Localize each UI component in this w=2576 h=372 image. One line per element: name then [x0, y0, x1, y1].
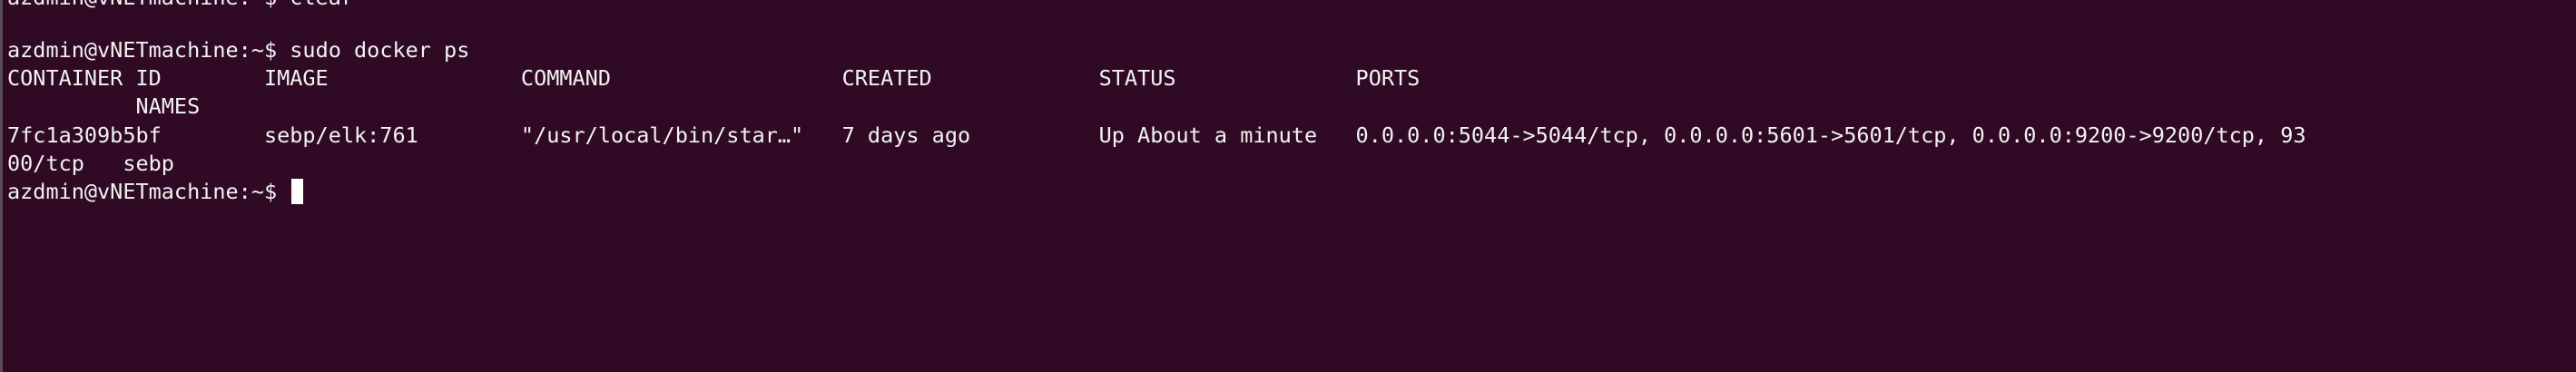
final-prompt: azdmin@vNETmachine:~$: [7, 179, 278, 204]
terminal-window[interactable]: azdmin@vNETmachine:~$ clear azdmin@vNETm…: [0, 0, 2576, 372]
command-line: azdmin@vNETmachine:~$ sudo docker ps: [7, 36, 469, 64]
previous-command-line: azdmin@vNETmachine:~$ clear: [7, 0, 354, 11]
table-row-line-1: 7fc1a309b5bf sebp/elk:761 "/usr/local/bi…: [7, 122, 2306, 148]
table-header-line-2: NAMES: [7, 93, 201, 119]
table-header-line-1: CONTAINER ID IMAGE COMMAND CREATED STATU…: [7, 65, 1421, 91]
input-line[interactable]: azdmin@vNETmachine:~$: [7, 178, 304, 205]
table-row-line-2: 00/tcp sebp: [7, 151, 174, 176]
text-cursor: [291, 179, 304, 204]
prompt: azdmin@vNETmachine:~$: [7, 37, 278, 63]
command-text: sudo docker ps: [290, 37, 470, 63]
